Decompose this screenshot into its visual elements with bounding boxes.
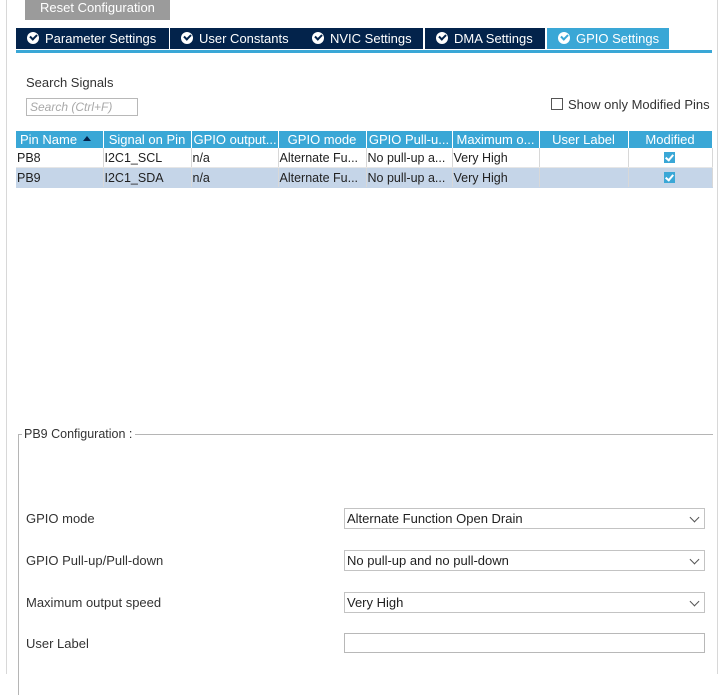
- chevron-down-icon: [689, 554, 700, 565]
- cell-mode: Alternate Fu...: [278, 167, 367, 188]
- user-label-input[interactable]: [344, 633, 705, 653]
- cell-user-label: [539, 148, 629, 168]
- tab-parameter-settings[interactable]: Parameter Settings: [16, 28, 169, 49]
- cell-pull: No pull-up a...: [366, 167, 453, 188]
- column-header-user-label[interactable]: User Label: [539, 131, 629, 148]
- check-circle-icon: [181, 32, 193, 44]
- cell-speed: Very High: [452, 148, 540, 168]
- column-header-pull[interactable]: GPIO Pull-u...: [366, 131, 453, 148]
- cell-output: n/a: [191, 167, 279, 188]
- gpio-mode-select[interactable]: Alternate Function Open Drain: [344, 508, 705, 529]
- checkbox-unchecked-icon: [551, 98, 563, 110]
- gpio-mode-value: Alternate Function Open Drain: [347, 511, 523, 526]
- tab-label: GPIO Settings: [576, 31, 660, 46]
- show-only-modified-checkbox[interactable]: Show only Modified Pins: [551, 97, 710, 112]
- pull-select[interactable]: No pull-up and no pull-down: [344, 550, 705, 571]
- cell-pin: PB9: [16, 167, 104, 188]
- search-input[interactable]: [26, 98, 138, 116]
- max-output-speed-value: Very High: [347, 595, 404, 610]
- settings-tab-bar: Parameter Settings User Constants NVIC S…: [16, 28, 712, 53]
- panel-left-margin: [0, 0, 5, 674]
- user-label-label: User Label: [26, 636, 89, 651]
- check-circle-icon: [558, 32, 570, 44]
- reset-configuration-button[interactable]: Reset Configuration: [25, 0, 170, 20]
- column-header-signal[interactable]: Signal on Pin: [103, 131, 192, 148]
- cell-pull: No pull-up a...: [366, 148, 453, 168]
- max-output-speed-select[interactable]: Very High: [344, 592, 705, 613]
- cell-signal: I2C1_SCL: [103, 148, 192, 168]
- cell-modified[interactable]: [628, 148, 713, 168]
- table-header-row: Pin Name Signal on Pin GPIO output... GP…: [16, 131, 713, 148]
- tab-label: DMA Settings: [454, 31, 533, 46]
- tab-label: NVIC Settings: [330, 31, 412, 46]
- cell-speed: Very High: [452, 167, 540, 188]
- cell-user-label: [539, 167, 629, 188]
- column-header-modified[interactable]: Modified: [628, 131, 713, 148]
- cell-modified[interactable]: [628, 167, 713, 188]
- pin-configuration-title: PB9 Configuration :: [22, 427, 136, 441]
- cell-pin: PB8: [16, 148, 104, 168]
- table-row[interactable]: PB9 I2C1_SDA n/a Alternate Fu... No pull…: [16, 167, 713, 188]
- pull-label: GPIO Pull-up/Pull-down: [26, 553, 164, 568]
- cell-output: n/a: [191, 148, 279, 168]
- check-circle-icon: [436, 32, 448, 44]
- gpio-mode-label: GPIO mode: [26, 511, 95, 526]
- check-circle-icon: [27, 32, 39, 44]
- tab-dma-settings[interactable]: DMA Settings: [425, 28, 545, 49]
- panel-right-border: [717, 0, 718, 674]
- cell-signal: I2C1_SDA: [103, 167, 192, 188]
- chevron-down-icon: [689, 596, 700, 607]
- table-row[interactable]: PB8 I2C1_SCL n/a Alternate Fu... No pull…: [16, 148, 713, 168]
- cell-mode: Alternate Fu...: [278, 148, 367, 168]
- max-output-speed-label: Maximum output speed: [26, 595, 162, 610]
- column-header-gpio-mode[interactable]: GPIO mode: [278, 131, 367, 148]
- pull-value: No pull-up and no pull-down: [347, 553, 509, 568]
- checkbox-checked-icon[interactable]: [664, 171, 675, 183]
- panel-left-border: [6, 0, 7, 674]
- column-header-label: Pin Name: [20, 132, 78, 147]
- sort-ascending-icon: [83, 136, 92, 141]
- tab-label: User Constants: [199, 31, 289, 46]
- column-header-pin-name[interactable]: Pin Name: [16, 131, 104, 148]
- tab-nvic-settings[interactable]: NVIC Settings: [301, 28, 423, 49]
- check-circle-icon: [312, 32, 324, 44]
- checkbox-checked-icon[interactable]: [664, 151, 675, 163]
- search-signals-label: Search Signals: [26, 75, 114, 90]
- tab-label: Parameter Settings: [45, 31, 157, 46]
- column-header-max-output[interactable]: Maximum o...: [452, 131, 540, 148]
- tab-gpio-settings[interactable]: GPIO Settings: [547, 28, 669, 49]
- show-only-modified-label: Show only Modified Pins: [568, 97, 710, 112]
- column-header-gpio-output[interactable]: GPIO output...: [191, 131, 279, 148]
- pin-signal-table: Pin Name Signal on Pin GPIO output... GP…: [16, 131, 713, 188]
- chevron-down-icon: [689, 512, 700, 523]
